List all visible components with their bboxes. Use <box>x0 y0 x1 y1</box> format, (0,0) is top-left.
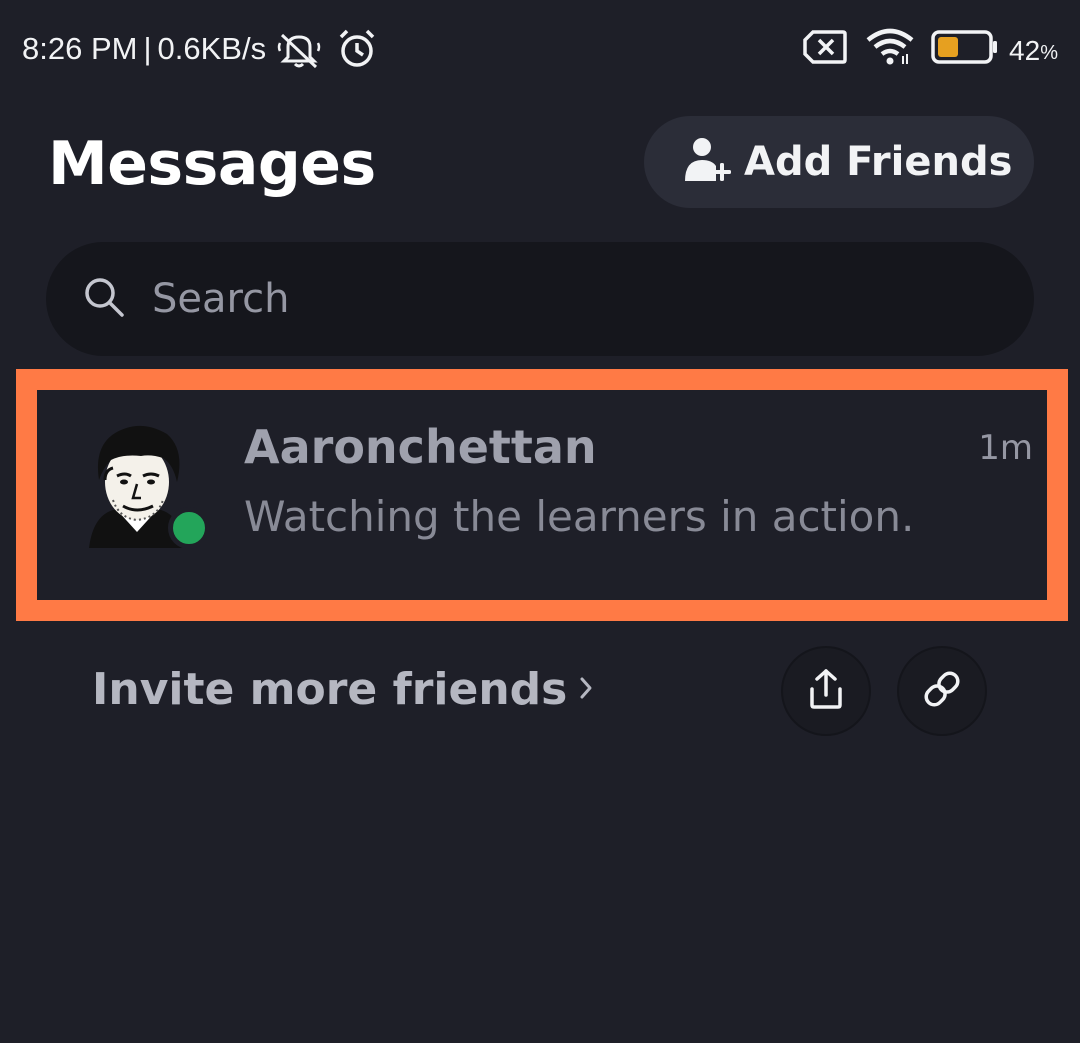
copy-link-button[interactable] <box>897 646 987 736</box>
battery-icon <box>931 30 999 71</box>
battery-percent: 42 <box>1009 34 1041 66</box>
search-icon <box>82 275 126 323</box>
battery-percent-sign: % <box>1040 42 1058 64</box>
status-time: 8:26 PM <box>22 31 138 66</box>
invite-label: Invite more friends <box>92 664 568 715</box>
mute-icon <box>276 29 322 69</box>
wifi-icon <box>865 28 915 73</box>
dm-name: Aaronchettan <box>244 420 597 474</box>
chevron-right-icon <box>579 676 593 704</box>
alarm-icon <box>336 28 378 70</box>
page-title: Messages <box>48 129 376 199</box>
add-friend-icon <box>682 135 734 189</box>
link-icon <box>919 666 965 716</box>
search-bar[interactable] <box>46 242 1034 356</box>
status-separator: | <box>143 31 152 66</box>
status-bar: 8:26 PM | 0.6KB/s 42 % <box>0 0 1080 100</box>
dm-timestamp: 1m <box>978 428 1033 468</box>
search-input[interactable] <box>150 268 974 330</box>
add-friends-button[interactable]: Add Friends <box>644 116 1034 208</box>
online-status-dot <box>168 507 210 549</box>
status-left: 8:26 PM | 0.6KB/s <box>22 28 378 70</box>
share-icon <box>804 667 848 715</box>
dm-preview: Watching the learners in action. <box>244 492 915 541</box>
dm-row-aaronchettan[interactable]: Aaronchettan 1m Watching the learners in… <box>37 390 1047 600</box>
invite-more-friends-link[interactable]: Invite more friends <box>92 664 593 715</box>
add-friends-label: Add Friends <box>744 139 1013 185</box>
network-speed: 0.6KB/s <box>157 31 267 66</box>
share-invite-button[interactable] <box>781 646 871 736</box>
status-right: 42 % <box>803 28 1058 73</box>
no-sim-icon <box>803 30 847 71</box>
